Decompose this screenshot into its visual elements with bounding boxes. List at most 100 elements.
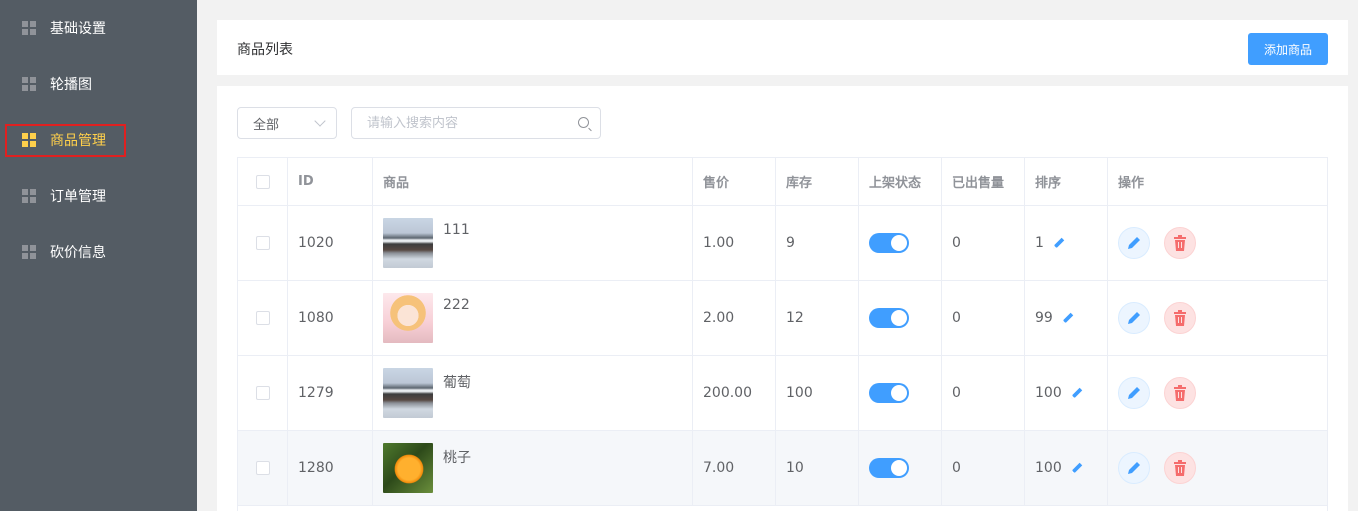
sort-cell: 1 [1025,206,1108,280]
sidebar-item-label: 商品管理 [50,133,106,149]
sidebar-item-product-management[interactable]: 商品管理 [0,112,197,168]
delete-button[interactable] [1164,377,1196,409]
sidebar-item-basic-settings[interactable]: 基础设置 [0,0,197,56]
search-icon[interactable] [578,117,589,128]
product-name: 111 [443,222,470,238]
delete-button[interactable] [1164,452,1196,484]
edit-sort-icon[interactable] [1061,311,1075,325]
grid-icon [22,189,36,203]
sort-value: 1 [1035,235,1044,251]
product-price: 7.00 [693,431,776,505]
row-select-cell [238,206,288,280]
product-name: 222 [443,297,470,313]
status-filter-select[interactable]: 全部 [237,107,337,139]
pencil-icon [1128,237,1140,249]
row-checkbox[interactable] [255,386,270,400]
sort-cell: 100 [1025,356,1108,430]
sidebar: 基础设置 轮播图 商品管理 订单管理 砍价信息 [0,0,197,511]
trash-icon [1174,460,1186,476]
sort-cell: 100 [1025,431,1108,505]
product-id: 1080 [288,281,373,355]
product-thumbnail [383,368,433,418]
status-filter-value: 全部 [253,117,280,133]
pencil-icon [1128,462,1140,474]
product-list-panel: 全部 ID 商品 售价 库存 上架状态 已出售量 排序 操作 1020 111 … [217,86,1348,511]
product-cell: 111 [373,206,693,280]
trash-icon [1174,235,1186,251]
trash-icon [1174,310,1186,326]
product-stock: 100 [776,356,859,430]
actions-cell [1108,356,1327,430]
sidebar-item-label: 砍价信息 [50,245,106,261]
sold-count: 0 [942,431,1025,505]
product-cell: 222 [373,281,693,355]
product-id: 1279 [288,356,373,430]
page-header: 商品列表 添加商品 [217,20,1348,75]
pencil-icon [1128,387,1140,399]
sidebar-item-bargain-info[interactable]: 砍价信息 [0,224,197,280]
product-price: 2.00 [693,281,776,355]
search-input[interactable] [351,107,601,139]
grid-icon [22,133,36,147]
sidebar-item-label: 轮播图 [50,77,92,93]
edit-sort-icon[interactable] [1052,236,1066,250]
sold-count: 0 [942,206,1025,280]
on-sale-toggle[interactable] [869,383,909,403]
edit-sort-icon[interactable] [1070,386,1084,400]
product-stock: 9 [776,206,859,280]
product-table: ID 商品 售价 库存 上架状态 已出售量 排序 操作 1020 111 1.0… [237,157,1328,511]
sidebar-item-label: 基础设置 [50,21,106,37]
product-name: 桃子 [443,450,471,466]
edit-button[interactable] [1118,302,1150,334]
table-row: 1280 桃子 7.00 10 0 100 [238,431,1327,506]
select-all-checkbox[interactable] [255,174,270,189]
actions-cell [1108,431,1327,505]
row-checkbox[interactable] [255,311,270,325]
chevron-down-icon [314,115,326,127]
on-sale-toggle[interactable] [869,233,909,253]
row-checkbox[interactable] [255,236,270,250]
sold-count: 0 [942,281,1025,355]
trash-icon [1174,385,1186,401]
sidebar-item-order-management[interactable]: 订单管理 [0,168,197,224]
delete-button[interactable] [1164,302,1196,334]
delete-button[interactable] [1164,227,1196,259]
product-cell: 桃子 [373,431,693,505]
sort-value: 99 [1035,310,1053,326]
column-header: ID [288,158,373,205]
edit-sort-icon[interactable] [1070,461,1084,475]
actions-cell [1108,206,1327,280]
column-header: 库存 [776,158,859,205]
column-header: 上架状态 [859,158,942,205]
column-header: 已出售量 [942,158,1025,205]
product-id: 1280 [288,431,373,505]
pencil-icon [1128,312,1140,324]
sidebar-item-carousel[interactable]: 轮播图 [0,56,197,112]
on-sale-toggle[interactable] [869,308,909,328]
row-checkbox[interactable] [255,461,270,475]
product-id: 1020 [288,206,373,280]
table-row: 1020 111 1.00 9 0 1 [238,206,1327,281]
on-sale-cell [859,281,942,355]
column-header: 售价 [693,158,776,205]
edit-button[interactable] [1118,377,1150,409]
on-sale-cell [859,356,942,430]
sort-value: 100 [1035,385,1062,401]
sold-count: 0 [942,356,1025,430]
product-name: 葡萄 [443,375,471,391]
on-sale-toggle[interactable] [869,458,909,478]
edit-button[interactable] [1118,227,1150,259]
grid-icon [22,245,36,259]
grid-icon [22,21,36,35]
column-header: 商品 [373,158,693,205]
edit-button[interactable] [1118,452,1150,484]
header-select-cell [238,158,288,205]
on-sale-cell [859,431,942,505]
row-select-cell [238,281,288,355]
grid-icon [22,77,36,91]
add-product-button[interactable]: 添加商品 [1248,33,1328,65]
product-thumbnail [383,443,433,493]
on-sale-cell [859,206,942,280]
product-thumbnail [383,218,433,268]
sort-value: 100 [1035,460,1062,476]
